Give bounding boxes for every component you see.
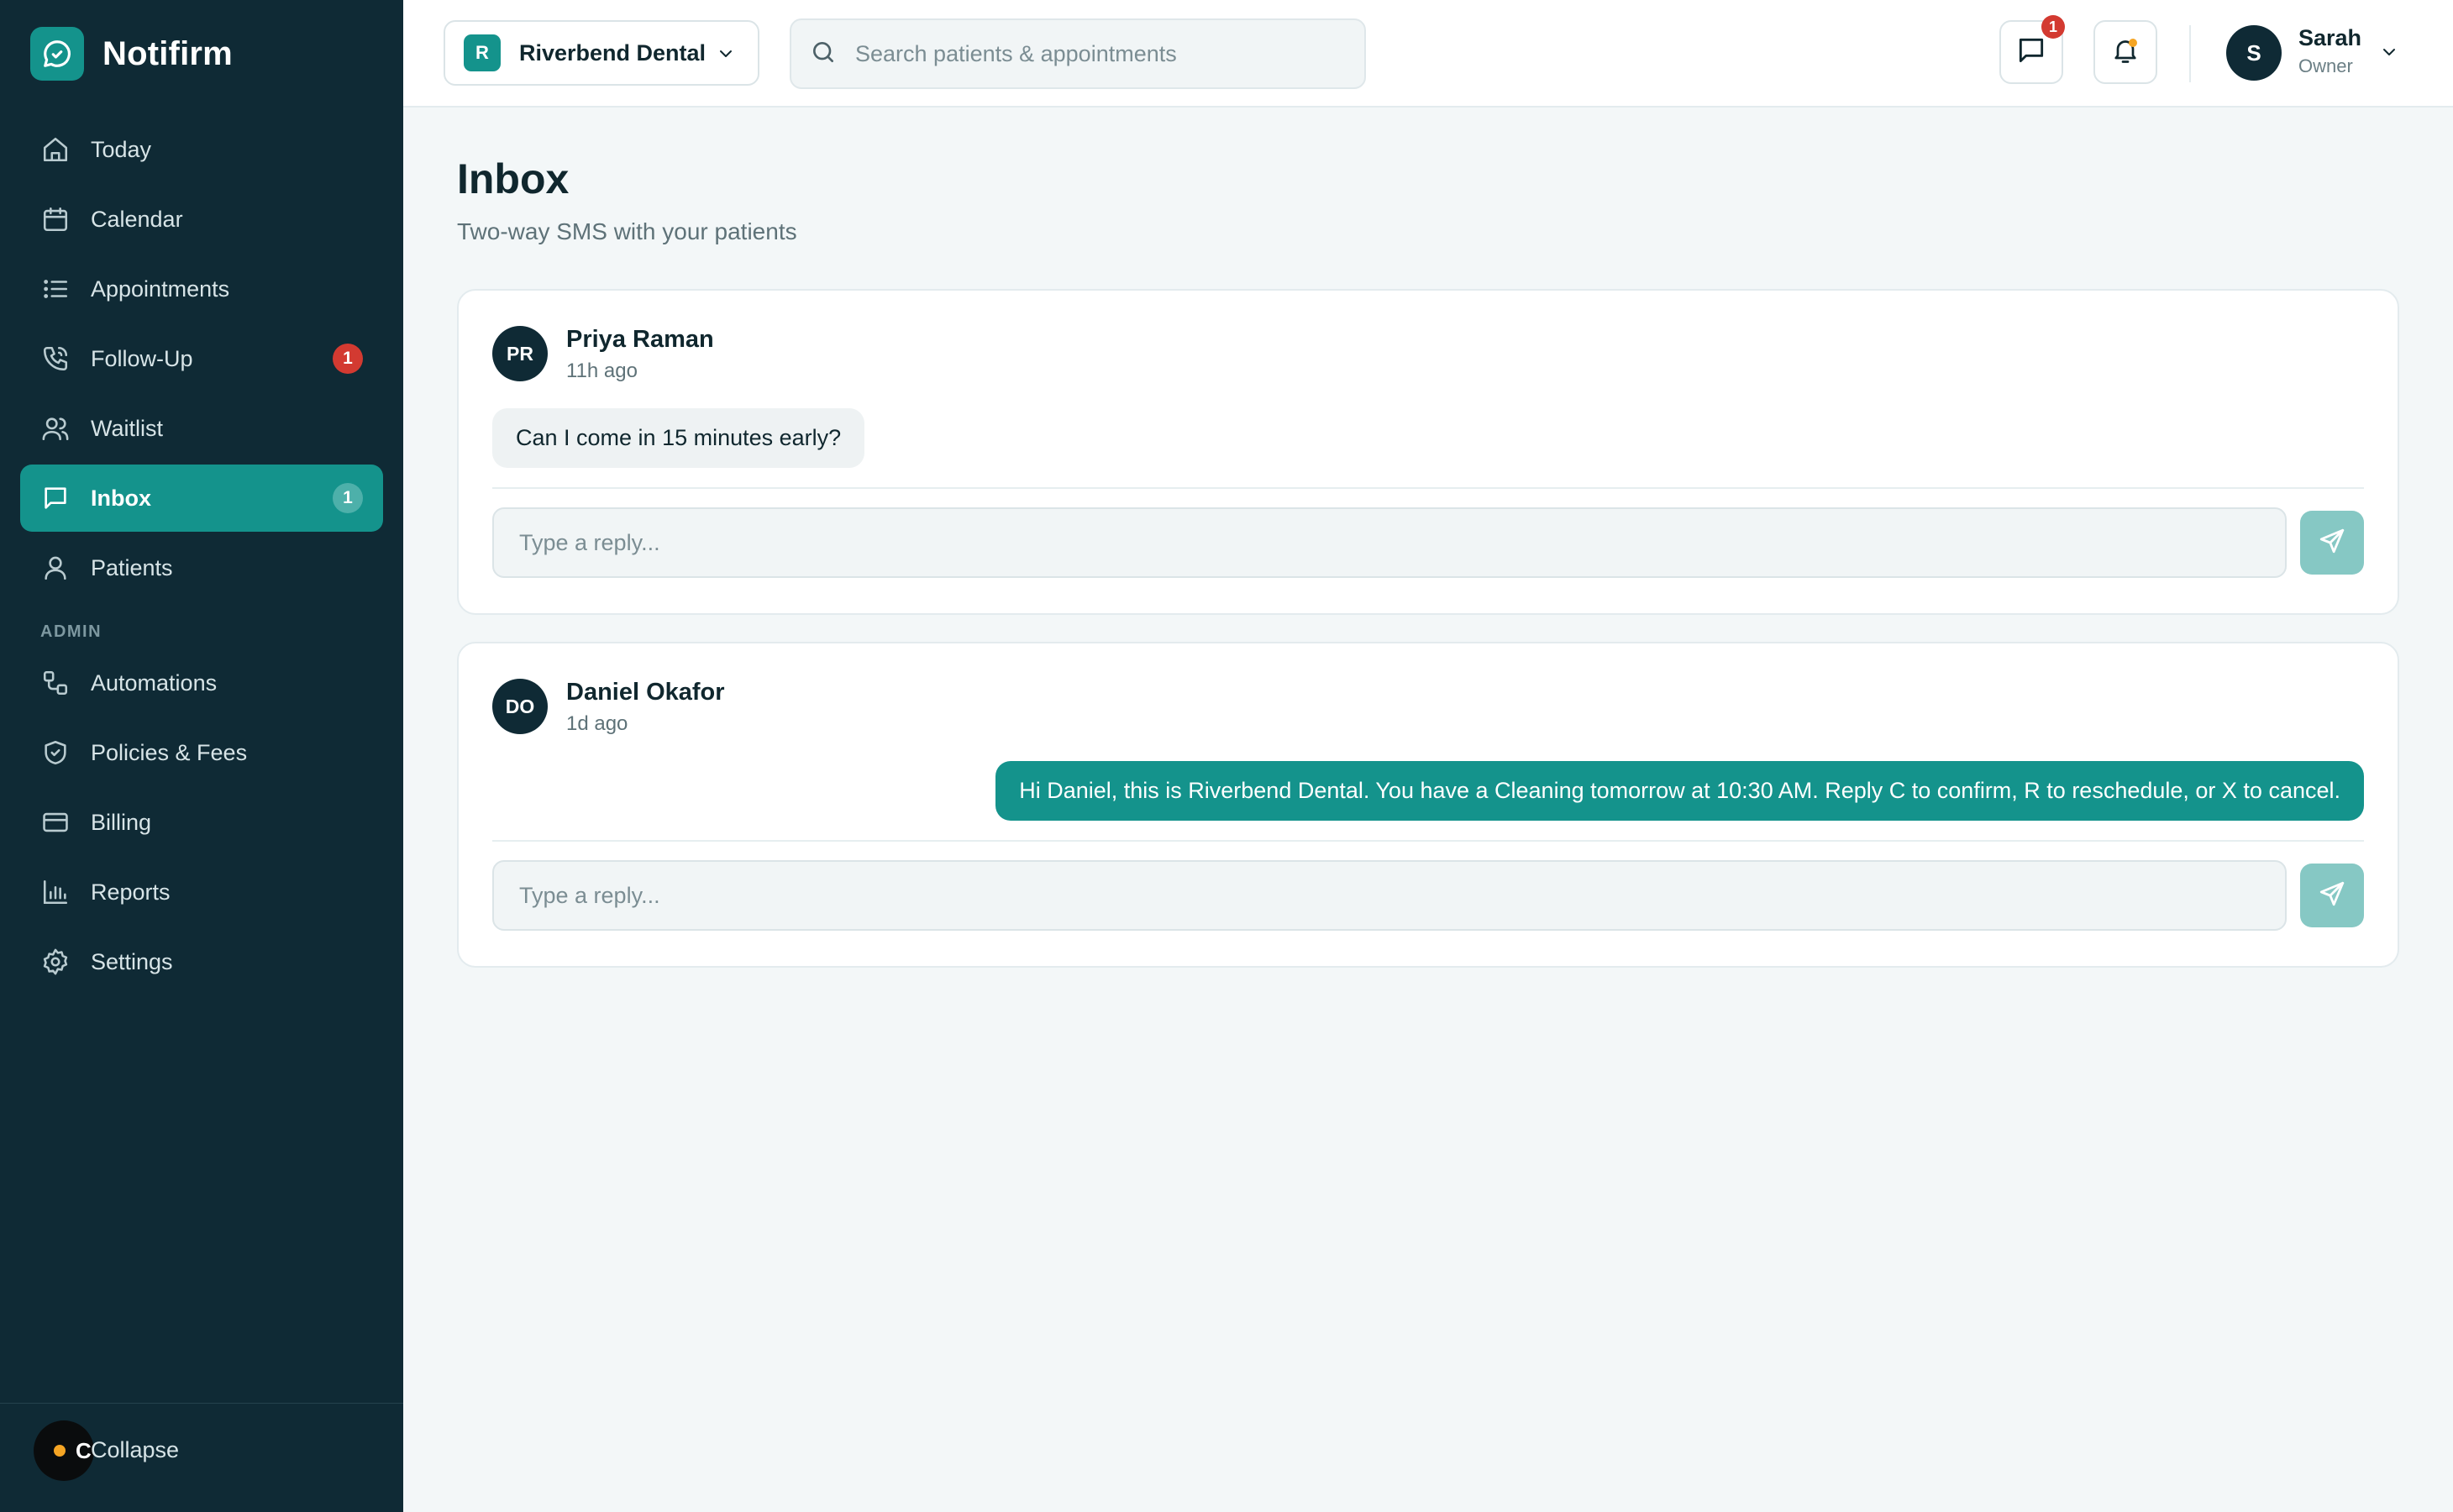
sidebar-item-calendar[interactable]: Calendar [20,186,383,253]
sidebar-item-label: Inbox [91,485,151,511]
search-bar [790,18,1366,89]
chevron-down-icon [716,44,736,68]
notification-dot-icon [2129,39,2137,47]
users-icon [40,413,71,444]
sidebar-item-label: Appointments [91,276,230,302]
sidebar-item-label: Settings [91,948,173,974]
conversation-card: PR Priya Raman 11h ago Can I come in 15 … [457,289,2399,615]
contact-avatar: DO [492,679,548,734]
notifirm-logo-icon [30,27,84,81]
sidebar: Notifirm Today Calendar Appointments Fol… [0,0,403,1512]
sidebar-item-follow-up[interactable]: Follow-Up 1 [20,325,383,392]
conversation-card: DO Daniel Okafor 1d ago Hi Daniel, this … [457,642,2399,968]
send-button[interactable] [2300,511,2364,575]
bar-chart-icon [40,877,71,907]
sidebar-item-label: Reports [91,879,171,905]
sidebar-item-appointments[interactable]: Appointments [20,255,383,323]
brand[interactable]: Notifirm [30,27,233,81]
messages-button[interactable]: 1 [1999,15,2065,84]
reply-input[interactable] [492,507,2287,578]
sidebar-item-label: Automations [91,669,218,696]
sidebar-item-label: Policies & Fees [91,739,248,765]
message-icon [40,483,71,513]
search-icon [810,39,837,70]
sidebar-item-label: Calendar [91,206,183,232]
user-icon [40,553,71,583]
home-icon [40,134,71,165]
card-divider [492,487,2364,489]
page-title: Inbox [457,155,570,202]
sidebar-item-label: Follow-Up [91,345,193,371]
gear-icon [40,947,71,977]
user-name[interactable]: Sarah [2298,25,2361,51]
sidebar-item-reports[interactable]: Reports [20,858,383,926]
org-name: Riverbend Dental [519,39,706,66]
message-icon [2015,34,2047,71]
phone-icon [40,344,71,374]
status-dot-icon [54,1445,66,1457]
contact-name: Daniel Okafor [566,679,725,706]
contact-name: Priya Raman [566,326,714,353]
contact-avatar: PR [492,326,548,381]
sidebar-item-settings[interactable]: Settings [20,928,383,995]
collapse-button[interactable]: Collapse [91,1437,179,1463]
top-bar: R Riverbend Dental 1 S Sarah Owner [403,0,2453,108]
calendar-icon [40,204,71,234]
page-subtitle: Two-way SMS with your patients [457,218,797,244]
message-timestamp: 1d ago [566,712,628,735]
sidebar-item-inbox[interactable]: Inbox 1 [20,465,383,532]
sidebar-item-automations[interactable]: Automations [20,649,383,717]
send-icon [2318,879,2346,912]
app-name: Notifirm [102,34,233,72]
user-avatar[interactable]: S [2226,25,2282,81]
send-button[interactable] [2300,864,2364,927]
footer-avatar-letter: C [76,1437,92,1463]
chevron-down-icon[interactable] [2379,42,2399,66]
org-switcher[interactable]: R Riverbend Dental [444,20,759,86]
search-input[interactable] [855,40,1342,67]
shield-icon [40,738,71,768]
org-initial-badge: R [464,34,501,71]
footer-avatar[interactable]: C [34,1420,94,1481]
messages-count-badge: 1 [2041,15,2065,39]
card-divider [492,840,2364,842]
sidebar-item-waitlist[interactable]: Waitlist [20,395,383,462]
sidebar-item-label: Waitlist [91,415,163,441]
inbound-message-bubble: Can I come in 15 minutes early? [492,408,865,468]
inbox-count-badge: 1 [333,483,363,513]
topbar-divider [2189,25,2191,82]
message-timestamp: 11h ago [566,360,638,382]
sidebar-item-label: Billing [91,809,152,835]
send-icon [2318,527,2346,559]
sidebar-nav: Today Calendar Appointments Follow-Up 1 [20,116,383,998]
reply-input[interactable] [492,860,2287,931]
sidebar-item-label: Patients [91,554,173,580]
sidebar-item-label: Today [91,136,152,162]
outbound-message-bubble: Hi Daniel, this is Riverbend Dental. You… [995,761,2364,821]
user-role: Owner [2298,55,2353,76]
workflow-icon [40,668,71,698]
sidebar-item-billing[interactable]: Billing [20,789,383,856]
follow-up-count-badge: 1 [333,344,363,374]
sidebar-footer: C Collapse [0,1403,403,1512]
sidebar-item-patients[interactable]: Patients [20,534,383,601]
sidebar-item-today[interactable]: Today [20,116,383,183]
credit-card-icon [40,807,71,837]
sidebar-item-policies-fees[interactable]: Policies & Fees [20,719,383,786]
list-icon [40,274,71,304]
admin-section-label: ADMIN [40,622,102,641]
notifications-button[interactable] [2093,20,2157,84]
